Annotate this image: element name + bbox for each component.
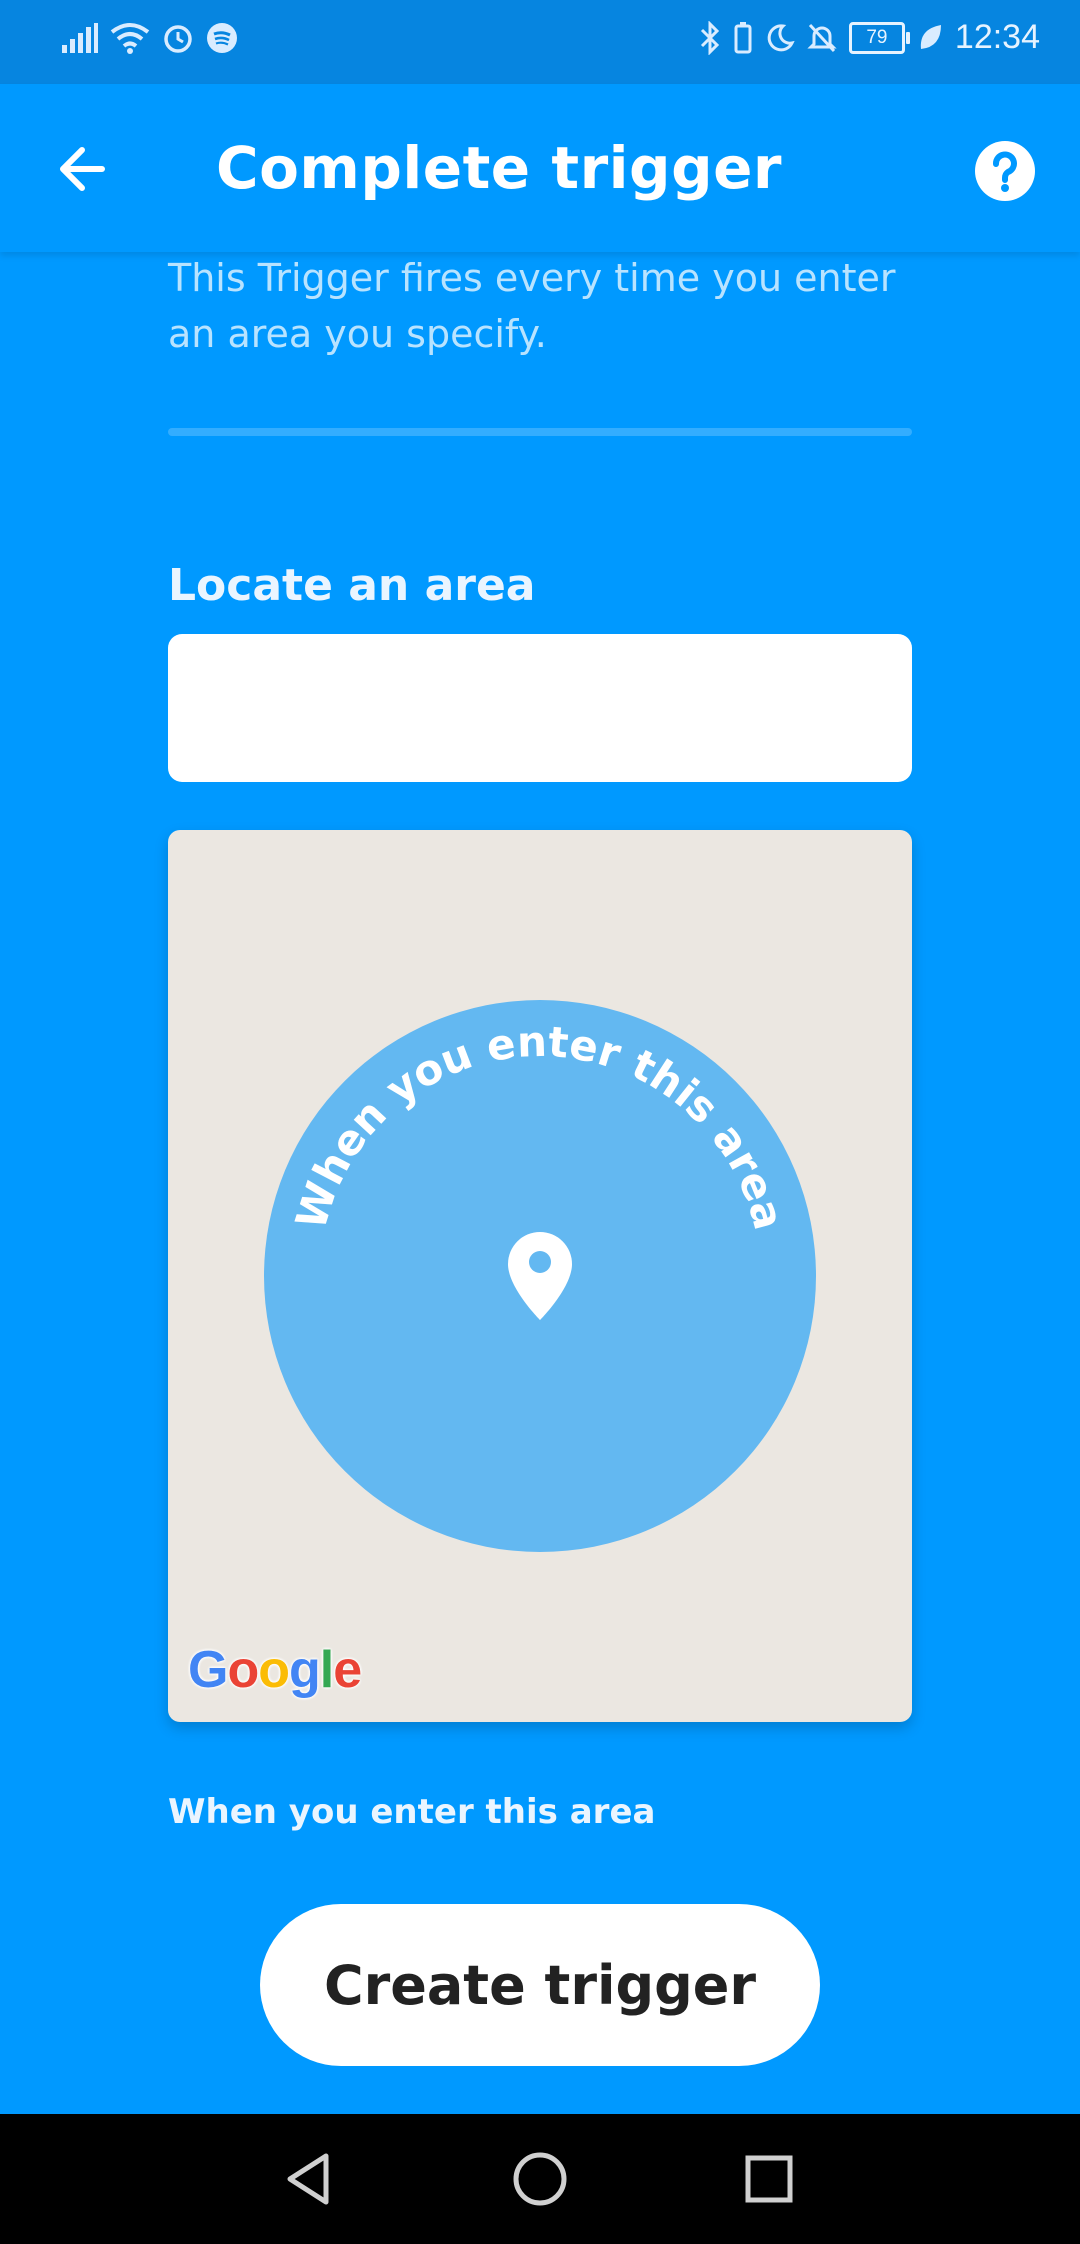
signal-icon [62,23,98,53]
navigation-bar [0,2114,1080,2244]
wifi-icon [110,23,150,54]
create-trigger-button[interactable]: Create trigger [260,1904,820,2066]
alarm-icon [164,25,192,53]
google-letter: o [258,1641,290,1699]
nav-back-icon[interactable] [274,2144,344,2214]
page-title: Complete trigger [216,134,783,202]
bluetooth-icon [700,20,720,55]
google-letter: G [188,1641,228,1699]
leaf-icon [920,24,941,49]
map-view[interactable]: When you enter this area Google [168,830,912,1722]
google-letter: e [333,1641,362,1699]
locate-area-label: Locate an area [168,560,536,611]
status-icons-left [62,22,238,54]
moon-icon [767,23,795,51]
bell-off-icon [807,23,837,52]
svg-text:When you enter this area: When you enter this area [286,1017,794,1235]
status-time: 12:34 [954,18,1040,56]
nav-recents-icon[interactable] [734,2144,804,2214]
spotify-icon [207,23,237,53]
google-letter: o [227,1641,259,1699]
google-letter: g [288,1641,321,1699]
locate-area-input[interactable] [168,634,912,782]
battery-icon: 79 [848,21,910,54]
status-icons-right: 79 12:34 [699,18,1040,57]
google-logo: Google [188,1640,362,1700]
nav-home-icon[interactable] [505,2144,575,2214]
status-bar: 79 12:34 [0,0,1080,84]
app-bar: Complete trigger [0,84,1080,252]
vibrate-battery-icon [734,21,752,53]
arrow-left-icon[interactable] [50,134,120,204]
divider [168,428,912,436]
trigger-description: This Trigger fires every time you enter … [168,256,896,356]
area-caption: When you enter this area [168,1792,656,1832]
google-letter: l [319,1641,334,1699]
location-pin-icon [508,1232,572,1320]
help-circle-icon[interactable] [974,140,1036,202]
arc-text: When you enter this area [286,1017,794,1235]
